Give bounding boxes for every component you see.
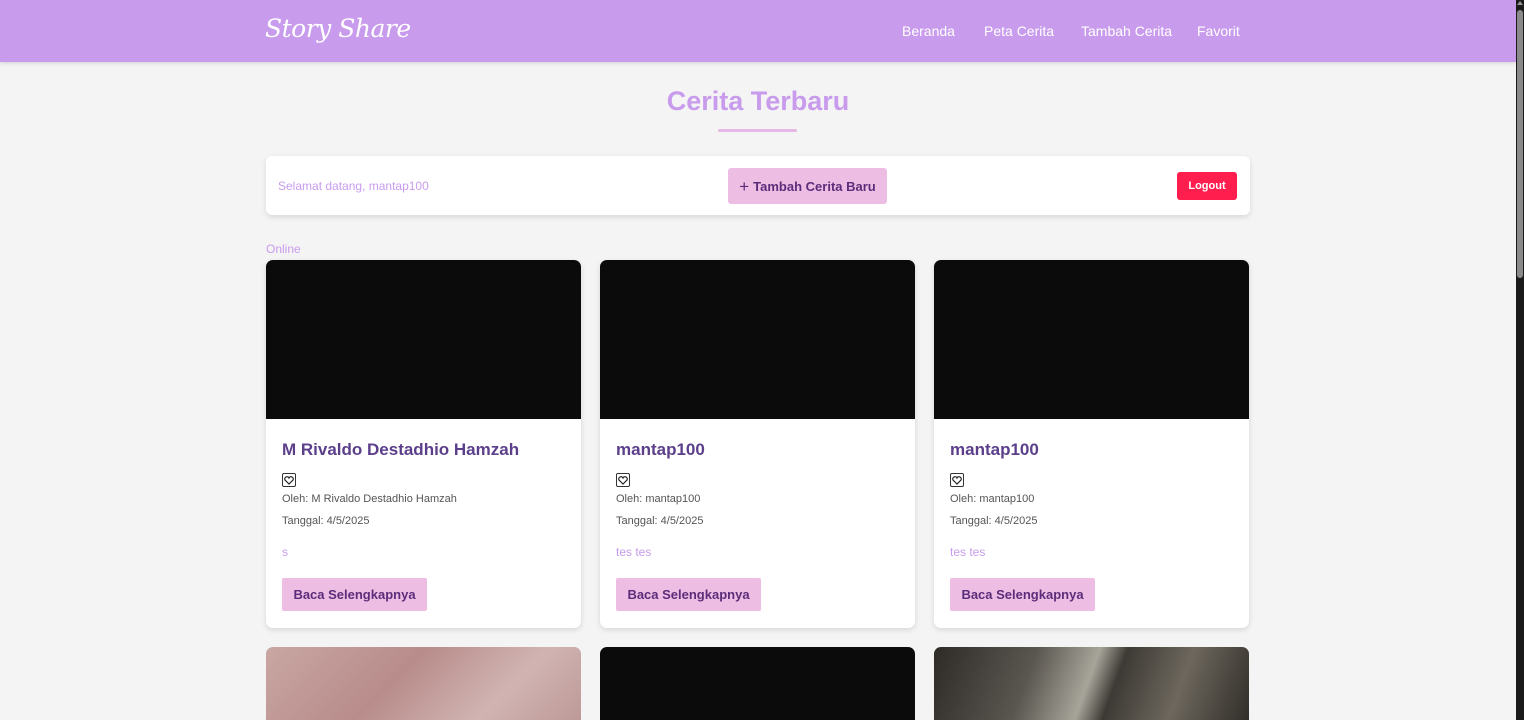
story-image — [266, 260, 581, 419]
story-author: Oleh: mantap100 — [616, 493, 701, 505]
read-more-button[interactable]: Baca Selengkapnya — [616, 578, 761, 611]
title-underline — [718, 129, 797, 132]
page-title: Cerita Terbaru — [666, 86, 850, 116]
story-date: Tanggal: 4/5/2025 — [616, 515, 704, 527]
navbar: Story Share Beranda Peta Cerita Tambah C… — [0, 0, 1516, 62]
nav-link-beranda[interactable]: Beranda — [902, 23, 955, 39]
story-card-image[interactable] — [934, 647, 1249, 720]
story-title: mantap100 — [950, 440, 1039, 459]
nav-link-peta-cerita[interactable]: Peta Cerita — [984, 23, 1054, 39]
plus-icon: + — [739, 176, 750, 196]
welcome-text: Selamat datang, mantap100 — [278, 179, 429, 193]
story-date: Tanggal: 4/5/2025 — [282, 515, 370, 527]
logout-button[interactable]: Logout — [1177, 172, 1237, 200]
nav-link-tambah-cerita[interactable]: Tambah Cerita — [1081, 23, 1172, 39]
story-card: mantap100 Oleh: mantap100 Tanggal: 4/5/2… — [600, 260, 915, 628]
welcome-bar: Selamat datang, mantap100 + Tambah Cerit… — [266, 156, 1250, 215]
nav-link-favorit[interactable]: Favorit — [1197, 23, 1240, 39]
heart-icon[interactable] — [282, 473, 296, 487]
story-card: mantap100 Oleh: mantap100 Tanggal: 4/5/2… — [934, 260, 1249, 628]
story-author: Oleh: mantap100 — [950, 493, 1035, 505]
add-story-label: Tambah Cerita Baru — [753, 178, 876, 194]
story-description: tes tes — [616, 545, 652, 559]
online-status: Online — [266, 242, 301, 256]
heart-icon[interactable] — [950, 473, 964, 487]
story-description: tes tes — [950, 545, 986, 559]
add-story-button[interactable]: + Tambah Cerita Baru — [728, 168, 887, 204]
scrollbar[interactable] — [1516, 0, 1524, 720]
story-author: Oleh: M Rivaldo Destadhio Hamzah — [282, 493, 457, 505]
story-card-image[interactable] — [600, 647, 915, 720]
story-image — [600, 260, 915, 419]
brand-logo[interactable]: Story Share — [265, 14, 411, 43]
story-image — [934, 260, 1249, 419]
scroll-up-arrow-icon[interactable] — [1517, 1, 1523, 5]
story-card: M Rivaldo Destadhio Hamzah Oleh: M Rival… — [266, 260, 581, 628]
story-title: M Rivaldo Destadhio Hamzah — [282, 440, 520, 459]
scrollbar-thumb[interactable] — [1517, 10, 1523, 278]
read-more-button[interactable]: Baca Selengkapnya — [282, 578, 427, 611]
story-card-image[interactable] — [266, 647, 581, 720]
heart-icon[interactable] — [616, 473, 630, 487]
story-title: mantap100 — [616, 440, 705, 459]
read-more-button[interactable]: Baca Selengkapnya — [950, 578, 1095, 611]
story-description: s — [282, 545, 288, 559]
story-date: Tanggal: 4/5/2025 — [950, 515, 1038, 527]
